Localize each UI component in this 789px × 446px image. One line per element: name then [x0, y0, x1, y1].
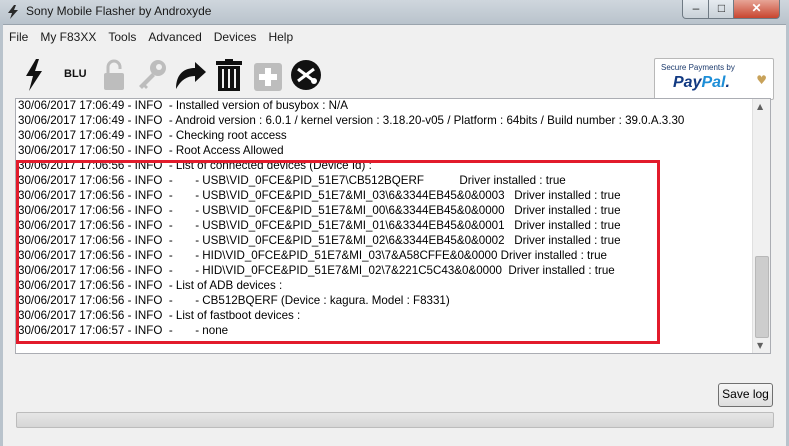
- menu-bar: File My F83XX Tools Advanced Devices Hel…: [3, 27, 786, 47]
- paypal-logo-dot: .: [725, 74, 730, 91]
- paypal-logo: PayPal.: [673, 74, 730, 92]
- flash-icon[interactable]: [23, 59, 45, 91]
- save-log-button[interactable]: Save log: [718, 383, 773, 407]
- lock-icon[interactable]: [101, 59, 127, 91]
- menu-help[interactable]: Help: [262, 30, 299, 44]
- paypal-logo-pay: Pay: [673, 74, 702, 91]
- close-button[interactable]: ✕: [733, 0, 780, 19]
- menu-tools[interactable]: Tools: [102, 30, 142, 44]
- redo-arrow-icon[interactable]: [173, 59, 207, 91]
- key-icon[interactable]: [136, 59, 168, 91]
- trash-icon[interactable]: [215, 59, 243, 91]
- highlight-box: [16, 160, 660, 344]
- toolbar: BLU Secure Payments by PayPal. ♥: [3, 48, 786, 100]
- log-line: 30/06/2017 17:06:49 - INFO - Checking ro…: [18, 129, 287, 142]
- title-bar: Sony Mobile Flasher by Androxyde – □ ✕: [0, 0, 789, 25]
- heart-icon: ♥: [756, 73, 767, 87]
- scrollbar-thumb[interactable]: [755, 256, 769, 338]
- paypal-donate-button[interactable]: Secure Payments by PayPal. ♥: [654, 58, 774, 100]
- maximize-button[interactable]: □: [708, 0, 735, 19]
- blu-button[interactable]: BLU: [64, 68, 87, 80]
- plus-icon[interactable]: [254, 59, 282, 91]
- log-scrollbar[interactable]: ▲ ▼: [752, 99, 770, 353]
- log-line: 30/06/2017 17:06:49 - INFO - Installed v…: [18, 99, 348, 112]
- log-line: 30/06/2017 17:06:49 - INFO - Android ver…: [18, 114, 685, 127]
- paypal-logo-pal: Pal: [701, 74, 726, 91]
- scroll-down-icon[interactable]: ▼: [757, 341, 763, 350]
- app-flash-icon: [8, 5, 18, 19]
- xperia-firmware-icon[interactable]: [290, 59, 322, 91]
- menu-devices[interactable]: Devices: [208, 30, 263, 44]
- menu-my-f83xx[interactable]: My F83XX: [34, 30, 102, 44]
- minimize-button[interactable]: –: [682, 0, 710, 19]
- scroll-up-icon[interactable]: ▲: [757, 102, 763, 111]
- progress-bar: [16, 412, 774, 428]
- paypal-caption: Secure Payments by: [661, 63, 735, 72]
- menu-file[interactable]: File: [3, 30, 34, 44]
- window-title: Sony Mobile Flasher by Androxyde: [26, 4, 212, 18]
- menu-advanced[interactable]: Advanced: [142, 30, 207, 44]
- log-line: 30/06/2017 17:06:50 - INFO - Root Access…: [18, 144, 284, 157]
